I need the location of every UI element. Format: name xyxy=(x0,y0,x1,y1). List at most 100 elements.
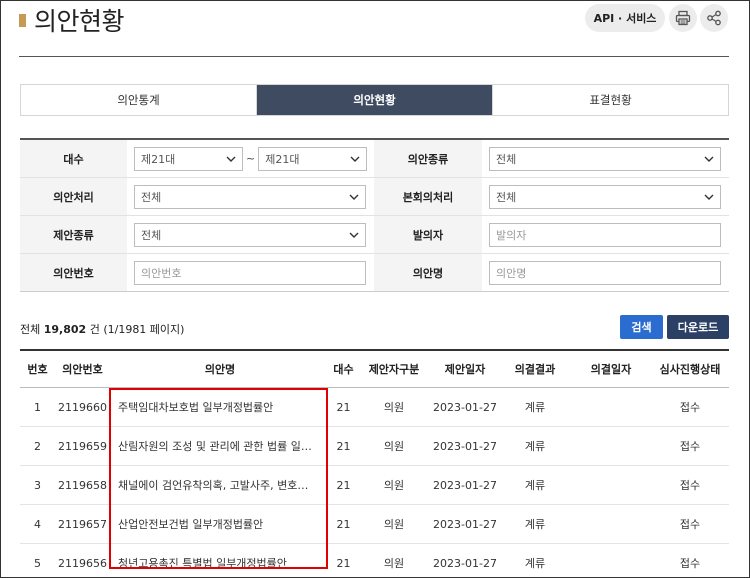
cell-no: 4 xyxy=(34,517,41,531)
chevron-down-icon xyxy=(349,232,359,238)
title-accent-bar xyxy=(19,14,26,27)
cell-no: 5 xyxy=(34,556,41,570)
plenary-label: 본회의처리 xyxy=(374,178,482,215)
cell-bill-name[interactable]: 산림자원의 조성 및 관리에 관한 법률 일부... xyxy=(110,427,330,465)
cell-session: 21 xyxy=(336,556,351,570)
session-cell: 제21대 ~ 제21대 xyxy=(127,140,374,177)
proposer-cell: 발의자 xyxy=(482,216,729,253)
bill-name-link[interactable]: 주택임대차보호법 일부개정법률안 xyxy=(118,399,273,415)
bill-name-input[interactable]: 의안명 xyxy=(489,260,721,285)
plenary-cell: 전체 xyxy=(482,178,729,215)
api-service-button[interactable]: API · 서비스 xyxy=(585,4,665,32)
header-bill-name: 의안명 xyxy=(204,363,236,376)
print-button[interactable] xyxy=(669,4,697,32)
cell-bill-name[interactable]: 청년고용촉진 특별법 일부개정법률안 xyxy=(110,544,330,578)
bill-no-cell: 의안번호 xyxy=(127,254,374,291)
cell-bill-no: 2119660 xyxy=(58,400,107,414)
cell-session: 21 xyxy=(336,478,351,492)
cell-proposal-date: 2023-01-27 xyxy=(433,478,497,492)
header-bill-no: 의안번호 xyxy=(62,363,103,376)
form-row: 제안종류 전체 발의자 발의자 xyxy=(20,216,729,254)
chevron-down-icon xyxy=(350,156,360,162)
cell-status: 접수 xyxy=(679,557,701,570)
cell-status: 접수 xyxy=(679,401,701,414)
download-button[interactable]: 다운로드 xyxy=(667,315,729,339)
share-button[interactable] xyxy=(700,4,728,32)
tab-bill-status[interactable]: 의안현황 xyxy=(256,85,492,115)
cell-result: 계류 xyxy=(524,401,546,414)
chevron-down-icon xyxy=(226,156,236,162)
tab-vote-status[interactable]: 표결현황 xyxy=(492,85,728,115)
header-no: 번호 xyxy=(27,363,48,376)
cell-session: 21 xyxy=(336,400,351,414)
page-title: 의안현황 xyxy=(34,7,125,36)
table-row: 5 2119656 청년고용촉진 특별법 일부개정법률안 21 의원 2023-… xyxy=(20,544,729,578)
proposal-type-select[interactable]: 전체 xyxy=(134,222,366,247)
form-row: 의안번호 의안번호 의안명 의안명 xyxy=(20,254,729,292)
cell-proposer-type: 의원 xyxy=(383,518,405,531)
processing-select[interactable]: 전체 xyxy=(134,184,366,209)
cell-bill-name[interactable]: 주택임대차보호법 일부개정법률안 xyxy=(110,388,330,426)
cell-bill-no: 2119659 xyxy=(58,439,107,453)
header-proposal-date: 제안일자 xyxy=(444,363,486,376)
bill-name-cell: 의안명 xyxy=(482,254,729,291)
bill-name-link[interactable]: 산림자원의 조성 및 관리에 관한 법률 일부... xyxy=(118,438,314,454)
bill-type-cell: 전체 xyxy=(482,140,729,177)
printer-icon xyxy=(675,10,691,26)
cell-decision-date xyxy=(571,544,651,578)
form-row: 의안처리 전체 본회의처리 전체 xyxy=(20,178,729,216)
search-button[interactable]: 검색 xyxy=(620,315,663,339)
cell-session: 21 xyxy=(336,517,351,531)
table-header: 번호 의안번호 의안명 대수 제안자구분 제안일자 의결결과 의결일자 심사진행… xyxy=(20,351,729,388)
cell-result: 계류 xyxy=(524,440,546,453)
header-session: 대수 xyxy=(333,363,354,376)
summary-suffix: 건 (1/1981 페이지) xyxy=(89,323,185,336)
cell-decision-date xyxy=(571,466,651,504)
cell-proposer-type: 의원 xyxy=(383,440,405,453)
cell-result: 계류 xyxy=(524,518,546,531)
chevron-down-icon xyxy=(704,194,714,200)
processing-value: 전체 xyxy=(141,190,162,204)
cell-bill-no: 2119657 xyxy=(58,517,107,531)
header-status: 심사진행상태 xyxy=(659,363,721,376)
proposer-label: 발의자 xyxy=(374,216,482,253)
bill-name-link[interactable]: 채널에이 검언유착의혹, 고발사주, 변호문건... xyxy=(118,477,314,493)
header-result: 의결결과 xyxy=(514,363,556,376)
session-label: 대수 xyxy=(20,140,127,177)
bill-no-label: 의안번호 xyxy=(20,254,127,291)
bill-type-label: 의안종류 xyxy=(374,140,482,177)
search-form: 대수 제21대 ~ 제21대 의안종류 전체 의안처리 전체 본회의처리 전체 … xyxy=(20,138,729,292)
cell-decision-date xyxy=(571,388,651,426)
session-to-value: 제21대 xyxy=(265,152,300,166)
proposer-input[interactable]: 발의자 xyxy=(489,222,721,247)
table-row: 1 2119660 주택임대차보호법 일부개정법률안 21 의원 2023-01… xyxy=(20,388,729,427)
cell-status: 접수 xyxy=(679,440,701,453)
session-range: 제21대 ~ 제21대 xyxy=(134,146,368,171)
cell-session: 21 xyxy=(336,439,351,453)
session-to-select[interactable]: 제21대 xyxy=(258,146,368,171)
cell-bill-name[interactable]: 산업안전보건법 일부개정법률안 xyxy=(110,505,330,543)
bill-no-input[interactable]: 의안번호 xyxy=(134,260,366,285)
table-row: 2 2119659 산림자원의 조성 및 관리에 관한 법률 일부... 21 … xyxy=(20,427,729,466)
cell-decision-date xyxy=(571,505,651,543)
plenary-select[interactable]: 전체 xyxy=(489,184,721,209)
cell-proposer-type: 의원 xyxy=(383,479,405,492)
cell-no: 1 xyxy=(34,400,41,414)
header-decision-date: 의결일자 xyxy=(590,363,632,376)
result-summary: 전체 19,802 건 (1/1981 페이지) xyxy=(20,321,184,337)
header-divider xyxy=(19,56,729,57)
bill-name-link[interactable]: 산업안전보건법 일부개정법률안 xyxy=(118,516,263,532)
bill-name-link[interactable]: 청년고용촉진 특별법 일부개정법률안 xyxy=(118,555,287,571)
processing-cell: 전체 xyxy=(127,178,374,215)
session-from-select[interactable]: 제21대 xyxy=(134,146,243,171)
bill-type-value: 전체 xyxy=(496,152,517,166)
bill-name-label: 의안명 xyxy=(374,254,482,291)
cell-result: 계류 xyxy=(524,557,546,570)
bill-type-select[interactable]: 전체 xyxy=(489,146,721,171)
proposal-type-cell: 전체 xyxy=(127,216,374,253)
tab-bill-statistics[interactable]: 의안통계 xyxy=(21,85,256,115)
plenary-value: 전체 xyxy=(496,190,517,204)
cell-status: 접수 xyxy=(679,518,701,531)
cell-no: 3 xyxy=(34,478,41,492)
cell-bill-name[interactable]: 채널에이 검언유착의혹, 고발사주, 변호문건... xyxy=(110,466,330,504)
